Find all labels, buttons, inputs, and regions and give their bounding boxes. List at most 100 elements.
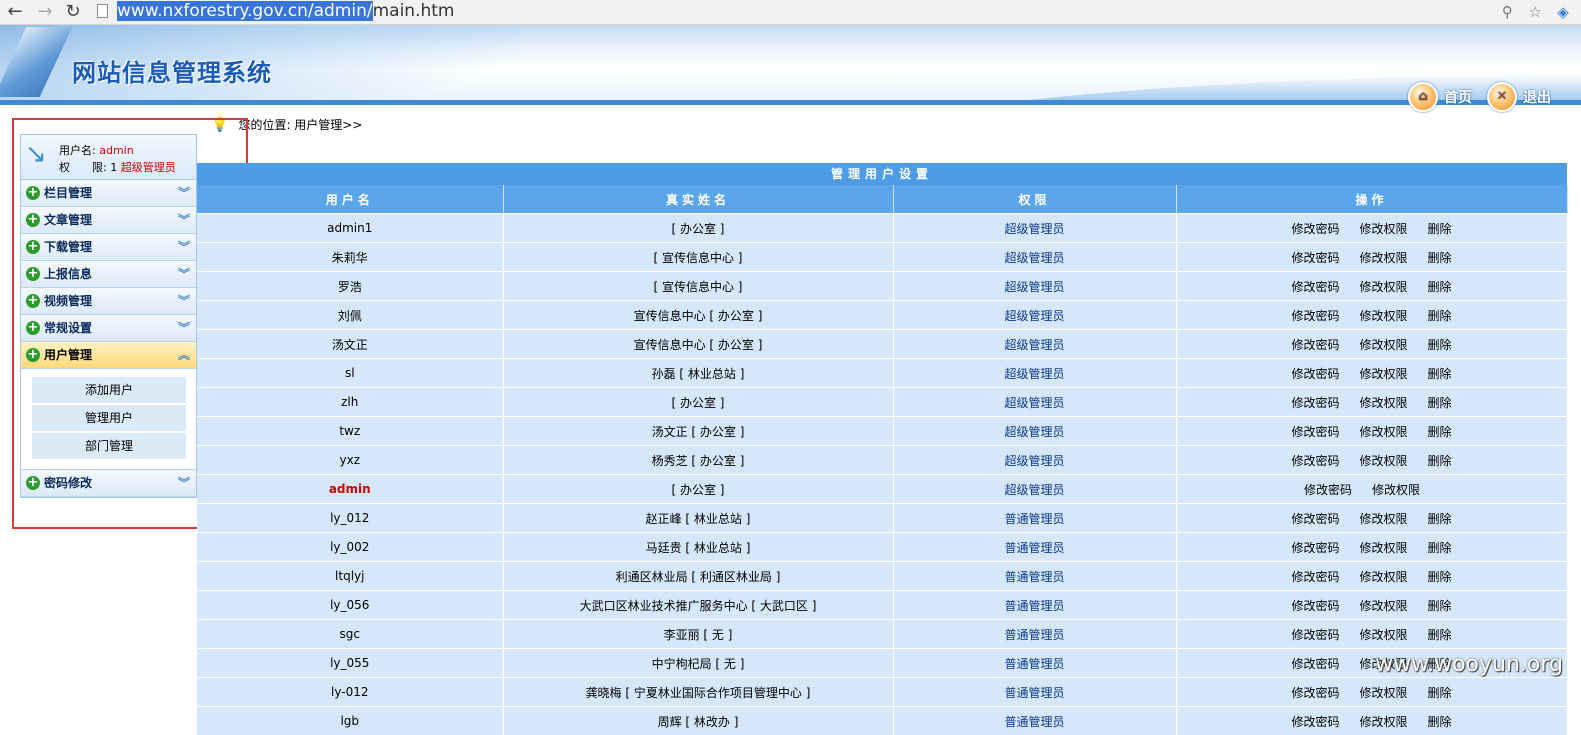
change-privilege-link[interactable]: 修改权限 — [1359, 280, 1407, 294]
delete-link[interactable]: 删除 — [1428, 367, 1452, 381]
url-rest-text: main.htm — [373, 1, 455, 21]
change-privilege-link[interactable]: 修改权限 — [1359, 222, 1407, 236]
change-password-link[interactable]: 修改密码 — [1291, 280, 1339, 294]
cell-username: ly_056 — [197, 591, 503, 620]
delete-link[interactable]: 删除 — [1428, 541, 1452, 555]
change-password-link[interactable]: 修改密码 — [1291, 222, 1339, 236]
url-selected-text: www.nxforestry.gov.cn/admin/ — [117, 1, 373, 21]
cell-privilege: 普通管理员 — [893, 678, 1176, 707]
col-header-privilege: 权限 — [893, 185, 1176, 214]
delete-link[interactable]: 删除 — [1428, 599, 1452, 613]
table-row: sl孙磊 [ 林业总站 ]超级管理员修改密码修改权限删除 — [197, 359, 1567, 388]
change-privilege-link[interactable]: 修改权限 — [1359, 570, 1407, 584]
change-password-link[interactable]: 修改密码 — [1291, 367, 1339, 381]
change-password-link[interactable]: 修改密码 — [1291, 599, 1339, 613]
change-password-link[interactable]: 修改密码 — [1291, 686, 1339, 700]
logout-button[interactable]: ✕ 退出 — [1487, 82, 1551, 112]
delete-link[interactable]: 删除 — [1428, 396, 1452, 410]
cell-username: admin — [197, 475, 503, 504]
change-privilege-link[interactable]: 修改权限 — [1359, 425, 1407, 439]
change-privilege-link[interactable]: 修改权限 — [1359, 512, 1407, 526]
address-bar[interactable]: www.nxforestry.gov.cn/admin/main.htm — [117, 0, 454, 24]
change-privilege-link[interactable]: 修改权限 — [1359, 686, 1407, 700]
change-privilege-link[interactable]: 修改权限 — [1359, 599, 1407, 613]
change-privilege-link[interactable]: 修改权限 — [1359, 715, 1407, 729]
reload-icon[interactable]: ↻ — [62, 1, 84, 23]
change-password-link[interactable]: 修改密码 — [1291, 541, 1339, 555]
cell-username: twz — [197, 417, 503, 446]
cell-privilege: 普通管理员 — [893, 707, 1176, 735]
cell-username: admin1 — [197, 214, 503, 243]
home-button[interactable]: ⌂ 首页 — [1408, 82, 1472, 112]
cell-username: 汤文正 — [197, 330, 503, 359]
delete-link[interactable]: 删除 — [1428, 222, 1452, 236]
cell-realname: 杨秀芝 [ 办公室 ] — [503, 446, 893, 475]
change-privilege-link[interactable]: 修改权限 — [1359, 541, 1407, 555]
delete-link[interactable]: 删除 — [1428, 570, 1452, 584]
table-row: ly_012赵正峰 [ 林业总站 ]普通管理员修改密码修改权限删除 — [197, 504, 1567, 533]
cell-privilege: 超级管理员 — [893, 214, 1176, 243]
change-privilege-link[interactable]: 修改权限 — [1359, 454, 1407, 468]
change-password-link[interactable]: 修改密码 — [1291, 512, 1339, 526]
change-password-link[interactable]: 修改密码 — [1304, 483, 1352, 497]
change-password-link[interactable]: 修改密码 — [1291, 657, 1339, 671]
delete-link[interactable]: 删除 — [1428, 715, 1452, 729]
table-row: zlh[ 办公室 ]超级管理员修改密码修改权限删除 — [197, 388, 1567, 417]
cell-username: ly_002 — [197, 533, 503, 562]
delete-link[interactable]: 删除 — [1428, 338, 1452, 352]
delete-link[interactable]: 删除 — [1428, 628, 1452, 642]
cell-username: 刘佩 — [197, 301, 503, 330]
cell-actions: 修改密码 修改权限 — [1176, 475, 1567, 504]
table-header-row: 用户名 真实姓名 权限 操作 — [197, 185, 1567, 214]
table-row: ly_002马廷贵 [ 林业总站 ]普通管理员修改密码修改权限删除 — [197, 533, 1567, 562]
change-password-link[interactable]: 修改密码 — [1291, 251, 1339, 265]
delete-link[interactable]: 删除 — [1428, 251, 1452, 265]
table-row: 朱莉华[ 宣传信息中心 ]超级管理员修改密码修改权限删除 — [197, 243, 1567, 272]
browser-toolbar: ← → ↻ www.nxforestry.gov.cn/admin/main.h… — [0, 0, 1581, 25]
cell-actions: 修改密码 修改权限 删除 — [1176, 562, 1567, 591]
pin-icon[interactable]: ⚲ — [1497, 2, 1517, 22]
cell-privilege: 普通管理员 — [893, 533, 1176, 562]
user-table: 用户名 真实姓名 权限 操作 admin1[ 办公室 ]超级管理员修改密码修改权… — [197, 185, 1568, 735]
cell-actions: 修改密码 修改权限 删除 — [1176, 620, 1567, 649]
cell-realname: 龚晓梅 [ 宁夏林业国际合作项目管理中心 ] — [503, 678, 893, 707]
change-privilege-link[interactable]: 修改权限 — [1359, 338, 1407, 352]
change-password-link[interactable]: 修改密码 — [1291, 628, 1339, 642]
home-label: 首页 — [1444, 87, 1472, 107]
cell-privilege: 普通管理员 — [893, 649, 1176, 678]
change-password-link[interactable]: 修改密码 — [1291, 338, 1339, 352]
change-password-link[interactable]: 修改密码 — [1291, 309, 1339, 323]
change-privilege-link[interactable]: 修改权限 — [1359, 309, 1407, 323]
change-privilege-link[interactable]: 修改权限 — [1372, 483, 1420, 497]
delete-link[interactable]: 删除 — [1428, 512, 1452, 526]
close-icon: ✕ — [1487, 82, 1517, 112]
page-icon — [97, 4, 108, 18]
change-privilege-link[interactable]: 修改权限 — [1359, 367, 1407, 381]
cell-username: ly_012 — [197, 504, 503, 533]
cell-privilege: 普通管理员 — [893, 504, 1176, 533]
cell-actions: 修改密码 修改权限 删除 — [1176, 301, 1567, 330]
back-icon[interactable]: ← — [4, 1, 26, 23]
change-password-link[interactable]: 修改密码 — [1291, 425, 1339, 439]
extension-icon[interactable]: ◈ — [1553, 2, 1573, 22]
change-password-link[interactable]: 修改密码 — [1291, 715, 1339, 729]
change-privilege-link[interactable]: 修改权限 — [1359, 396, 1407, 410]
bookmark-star-icon[interactable]: ☆ — [1525, 2, 1545, 22]
change-password-link[interactable]: 修改密码 — [1291, 396, 1339, 410]
cell-actions: 修改密码 修改权限 删除 — [1176, 446, 1567, 475]
cell-username: zlh — [197, 388, 503, 417]
delete-link[interactable]: 删除 — [1428, 309, 1452, 323]
change-privilege-link[interactable]: 修改权限 — [1359, 628, 1407, 642]
cell-username: ly-012 — [197, 678, 503, 707]
delete-link[interactable]: 删除 — [1428, 454, 1452, 468]
delete-link[interactable]: 删除 — [1428, 425, 1452, 439]
cell-username: 罗浩 — [197, 272, 503, 301]
delete-link[interactable]: 删除 — [1428, 280, 1452, 294]
delete-link[interactable]: 删除 — [1428, 686, 1452, 700]
change-password-link[interactable]: 修改密码 — [1291, 570, 1339, 584]
cell-realname: 宣传信息中心 [ 办公室 ] — [503, 301, 893, 330]
forward-icon[interactable]: → — [34, 1, 56, 23]
change-privilege-link[interactable]: 修改权限 — [1359, 251, 1407, 265]
change-password-link[interactable]: 修改密码 — [1291, 454, 1339, 468]
cell-privilege: 超级管理员 — [893, 359, 1176, 388]
